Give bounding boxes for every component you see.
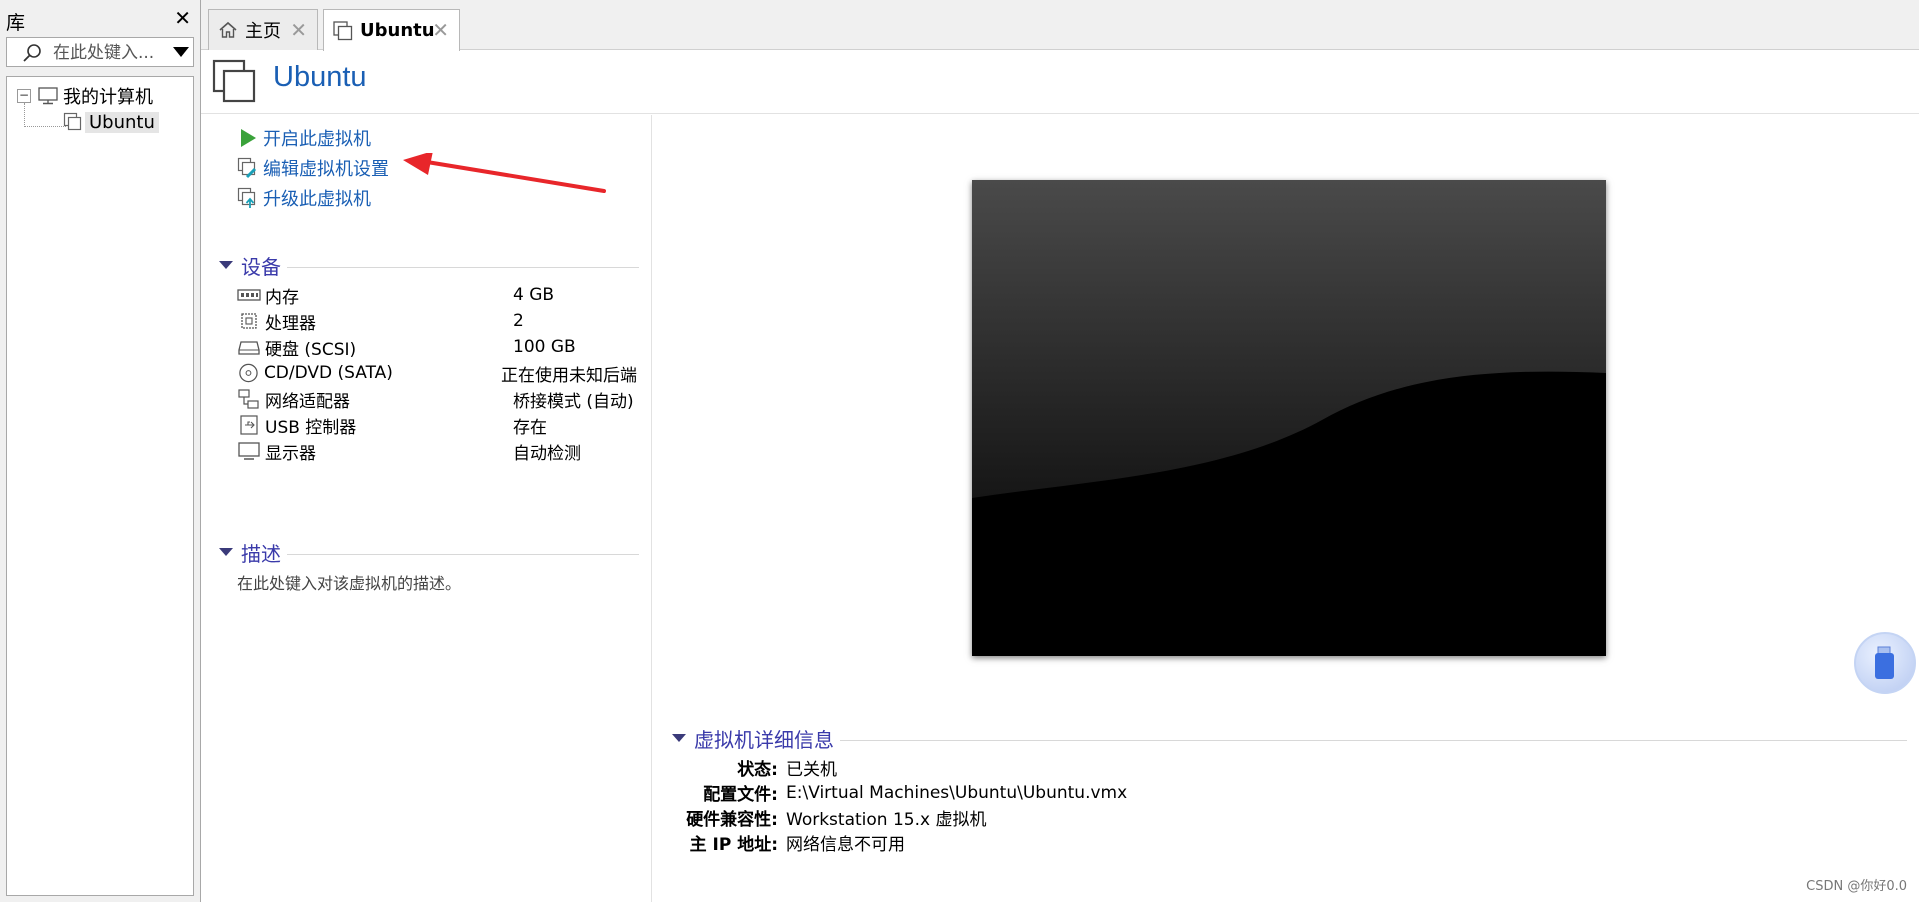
- page-title: Ubuntu: [273, 61, 367, 93]
- tree-item-my-computer[interactable]: 我的计算机: [37, 84, 153, 108]
- cd-dvd-icon: [239, 363, 258, 383]
- detail-row-hardware-compat: 硬件兼容性: Workstation 15.x 虚拟机: [653, 805, 1553, 830]
- device-value: 100 GB: [513, 337, 576, 357]
- collapse-triangle-icon: [219, 548, 233, 556]
- upgrade-icon: [237, 187, 256, 208]
- devices-section-header[interactable]: 设备: [219, 251, 639, 279]
- tab-ubuntu[interactable]: Ubuntu ✕: [323, 9, 460, 51]
- detail-value: E:\Virtual Machines\Ubuntu\Ubuntu.vmx: [786, 782, 1128, 803]
- device-value: 2: [513, 311, 524, 331]
- detail-key: 配置文件:: [703, 785, 778, 805]
- upgrade-vm-link[interactable]: 升级此虚拟机: [237, 185, 371, 211]
- device-name: 显示器: [265, 443, 316, 464]
- library-tree: − 我的计算机 Ubuntu: [6, 76, 194, 896]
- computer-icon: [38, 87, 58, 105]
- collapse-triangle-icon: [219, 261, 233, 269]
- device-row-memory[interactable]: 内存 4 GB: [237, 281, 637, 309]
- detail-row-status: 状态: 已关机: [653, 755, 1553, 780]
- tree-connector: [24, 103, 25, 127]
- usb-device-button[interactable]: [1854, 632, 1916, 694]
- section-divider: [287, 553, 639, 555]
- edit-settings-icon: [237, 157, 257, 179]
- section-divider: [840, 739, 1907, 741]
- search-dropdown-icon[interactable]: [173, 47, 189, 57]
- main-panel: 主页 ✕ Ubuntu ✕ Ubuntu 开启此虚拟机 编辑虚拟机设置 升级此虚…: [200, 0, 1919, 902]
- device-name: 处理器: [265, 313, 316, 334]
- tree-collapse-toggle[interactable]: −: [17, 89, 31, 103]
- vm-preview-column: 虚拟机详细信息 状态: 已关机 配置文件: E:\Virtual Machine…: [653, 115, 1919, 902]
- tab-close-icon[interactable]: ✕: [432, 18, 449, 42]
- detail-value: 网络信息不可用: [786, 835, 905, 855]
- library-close-icon[interactable]: ✕: [174, 6, 191, 30]
- start-vm-link[interactable]: 开启此虚拟机: [237, 125, 371, 151]
- library-header: 库 ✕: [6, 6, 191, 36]
- detail-row-config-file: 配置文件: E:\Virtual Machines\Ubuntu\Ubuntu.…: [653, 780, 1553, 806]
- annotation-arrow: [403, 153, 606, 193]
- tree-connector: [24, 126, 66, 127]
- device-value: 4 GB: [513, 285, 555, 305]
- tab-bar: 主页 ✕ Ubuntu ✕: [201, 0, 1919, 51]
- device-value: 桥接模式 (自动): [513, 391, 634, 412]
- tab-label: Ubuntu: [360, 20, 435, 41]
- hard-disk-icon: [238, 341, 260, 355]
- device-name: USB 控制器: [265, 417, 357, 438]
- detail-value: 已关机: [786, 760, 837, 780]
- collapse-triangle-icon: [672, 734, 686, 742]
- detail-key: 主 IP 地址:: [689, 835, 778, 855]
- network-adapter-icon: [238, 389, 259, 409]
- home-icon: [219, 21, 237, 38]
- watermark: CSDN @你好0.0: [1806, 879, 1907, 894]
- display-icon: [238, 442, 260, 460]
- vm-icon: [63, 112, 82, 131]
- device-name: CD/DVD (SATA): [263, 363, 393, 383]
- tree-item-ubuntu[interactable]: Ubuntu: [63, 110, 159, 134]
- usb-controller-icon: [240, 415, 258, 435]
- tab-close-icon[interactable]: ✕: [290, 18, 307, 42]
- vm-icon: [333, 20, 353, 40]
- device-value: 自动检测: [513, 443, 581, 464]
- description-section-header[interactable]: 描述: [219, 538, 639, 566]
- library-search-input[interactable]: [53, 41, 165, 65]
- device-row-hard-disk[interactable]: 硬盘 (SCSI) 100 GB: [237, 333, 637, 361]
- device-value: 存在: [513, 417, 547, 438]
- library-search-box[interactable]: [6, 37, 194, 67]
- processor-icon: [241, 313, 257, 329]
- device-row-processor[interactable]: 处理器 2: [237, 307, 637, 335]
- vm-screen-preview[interactable]: [972, 180, 1606, 656]
- device-name: 内存: [265, 287, 299, 308]
- device-name: 硬盘 (SCSI): [265, 339, 357, 360]
- detail-value: Workstation 15.x 虚拟机: [786, 810, 987, 830]
- device-row-network-adapter[interactable]: 网络适配器 桥接模式 (自动): [237, 385, 637, 413]
- tree-item-label: 我的计算机: [63, 87, 153, 108]
- tab-home[interactable]: 主页 ✕: [208, 9, 318, 50]
- device-row-cd-dvd[interactable]: CD/DVD (SATA) 正在使用未知后端: [237, 359, 637, 387]
- detail-row-ip-address: 主 IP 地址: 网络信息不可用: [653, 830, 1553, 855]
- description-field[interactable]: 在此处键入对该虚拟机的描述。: [237, 570, 461, 594]
- vm-details-section-header[interactable]: 虚拟机详细信息: [672, 724, 1907, 752]
- vm-header: Ubuntu: [201, 51, 1919, 114]
- search-icon: [23, 44, 41, 62]
- device-value: 正在使用未知后端: [501, 365, 637, 386]
- device-row-usb-controller[interactable]: USB 控制器 存在: [237, 411, 637, 439]
- edit-vm-settings-link[interactable]: 编辑虚拟机设置: [237, 155, 389, 181]
- tree-item-label: Ubuntu: [85, 111, 159, 133]
- section-divider: [287, 266, 639, 268]
- detail-key: 硬件兼容性:: [686, 810, 778, 830]
- library-panel: 库 ✕ − 我的计算机 Ubuntu: [0, 0, 197, 902]
- vm-icon: [212, 59, 256, 103]
- vm-screen-graphic: [972, 180, 1606, 656]
- tab-label: 主页: [245, 21, 281, 42]
- library-title: 库: [6, 12, 26, 34]
- usb-drive-icon: [1875, 646, 1894, 679]
- device-row-display[interactable]: 显示器 自动检测: [237, 437, 637, 465]
- device-name: 网络适配器: [265, 391, 350, 412]
- vm-summary-column: 开启此虚拟机 编辑虚拟机设置 升级此虚拟机 设备 内存 4 GB 处理器 2 硬…: [201, 115, 652, 902]
- memory-icon: [237, 289, 261, 301]
- detail-key: 状态:: [737, 760, 778, 780]
- play-icon: [241, 129, 256, 147]
